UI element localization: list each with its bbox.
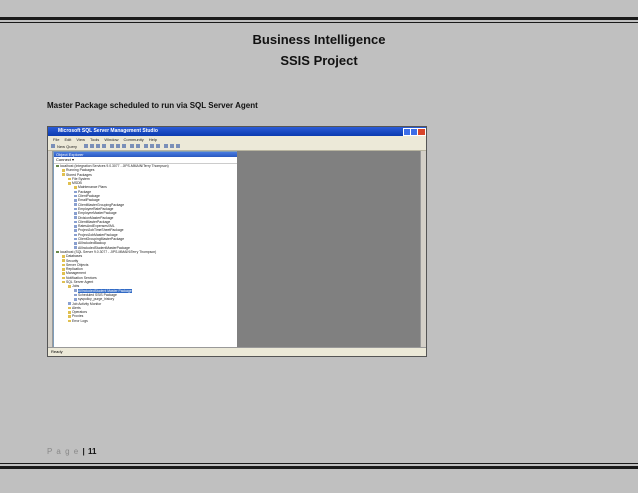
- package-icon: [74, 237, 77, 241]
- menu-item[interactable]: Edit: [64, 137, 71, 142]
- bottom-rule-thin: [0, 463, 638, 464]
- footer-separator: |: [82, 447, 85, 456]
- toolbar-icon[interactable]: [90, 144, 94, 148]
- menu-item[interactable]: Tools: [90, 137, 99, 142]
- toolbar-icon[interactable]: [116, 144, 120, 148]
- toolbar-icon[interactable]: [102, 144, 106, 148]
- bottom-rule-thick: [0, 466, 638, 469]
- package-icon: [74, 233, 77, 237]
- menu-item[interactable]: Community: [124, 137, 144, 142]
- top-rule-thick: [0, 17, 638, 20]
- folder-icon: [68, 177, 71, 181]
- package-icon: [68, 302, 71, 305]
- folder-icon: [68, 319, 71, 323]
- document-subtitle: SSIS Project: [280, 53, 358, 68]
- folder-icon: [74, 186, 77, 189]
- toolbar-icon[interactable]: [84, 144, 88, 148]
- package-icon: [74, 216, 77, 219]
- menu-item[interactable]: Help: [149, 137, 157, 142]
- folder-icon: [62, 255, 65, 258]
- folder-icon: [68, 315, 71, 318]
- menu-item[interactable]: Window: [104, 137, 118, 142]
- menu-item[interactable]: File: [53, 137, 59, 142]
- server-icon: [56, 250, 59, 254]
- footer-page-word: P a g e: [47, 447, 80, 456]
- folder-icon: [68, 182, 71, 185]
- ssms-screenshot: Microsoft SQL Server Management Studio F…: [47, 126, 427, 357]
- object-explorer-tree: localhost (Integration Services 9.0.3077…: [54, 164, 237, 323]
- folder-icon: [68, 310, 71, 314]
- toolbar-icon[interactable]: [110, 144, 114, 148]
- folder-icon: [62, 263, 65, 267]
- package-icon: [74, 224, 77, 228]
- folder-icon: [62, 267, 65, 271]
- package-icon: [74, 207, 77, 211]
- package-icon: [74, 242, 77, 245]
- ssms-window-title: Microsoft SQL Server Management Studio: [58, 128, 158, 134]
- tree-item-label: Error Logs: [72, 318, 88, 323]
- folder-icon: [62, 280, 65, 284]
- object-explorer-panel: Object Explorer Connect ▾ localhost (Int…: [53, 151, 238, 349]
- toolbar-icon[interactable]: [96, 144, 100, 148]
- right-dock-strip: [420, 151, 426, 347]
- package-icon: [74, 229, 77, 232]
- package-icon: [74, 199, 77, 202]
- figure-caption: Master Package scheduled to run via SQL …: [47, 101, 258, 110]
- folder-icon: [62, 259, 65, 262]
- toolbar-icon[interactable]: [150, 144, 154, 148]
- document-area: [237, 151, 420, 347]
- package-icon: [74, 190, 77, 194]
- folder-icon: [68, 285, 71, 288]
- folder-icon: [62, 272, 65, 275]
- menu-item[interactable]: View: [76, 137, 85, 142]
- toolbar-icon[interactable]: [144, 144, 148, 148]
- status-text: Ready: [51, 349, 63, 354]
- new-query-icon[interactable]: [51, 144, 55, 148]
- package-icon: [74, 212, 77, 215]
- toolbar-icon[interactable]: [156, 144, 160, 148]
- ssms-toolbar: New Query: [48, 143, 426, 151]
- footer-page-number: 11: [87, 447, 97, 456]
- toolbar-icon[interactable]: [130, 144, 134, 148]
- package-icon: [74, 293, 77, 297]
- folder-icon: [62, 169, 65, 172]
- ssms-menubar: File Edit View Tools Window Community Help: [48, 136, 426, 143]
- folder-icon: [62, 173, 65, 176]
- package-icon: [74, 220, 77, 224]
- close-icon[interactable]: [417, 128, 426, 136]
- connect-button[interactable]: Connect ▾: [54, 157, 237, 164]
- tree-item[interactable]: Error Logs: [54, 319, 237, 323]
- server-icon: [56, 164, 59, 168]
- new-query-button[interactable]: New Query: [57, 144, 77, 149]
- toolbar-icon[interactable]: [164, 144, 168, 148]
- folder-icon: [68, 306, 71, 310]
- page-footer: P a g e | 11: [47, 447, 96, 456]
- toolbar-icon[interactable]: [170, 144, 174, 148]
- document-title: Business Intelligence: [252, 32, 386, 47]
- toolbar-icon[interactable]: [176, 144, 180, 148]
- folder-icon: [62, 276, 65, 280]
- package-icon: [74, 298, 77, 301]
- toolbar-icon[interactable]: [136, 144, 140, 148]
- package-icon: [74, 289, 77, 293]
- status-bar: Ready: [48, 347, 426, 356]
- top-rule-thin: [0, 22, 638, 23]
- package-icon: [74, 194, 77, 198]
- toolbar-icon[interactable]: [122, 144, 126, 148]
- package-icon: [74, 246, 77, 250]
- ssms-title-bar: Microsoft SQL Server Management Studio: [48, 127, 426, 136]
- package-icon: [74, 203, 77, 207]
